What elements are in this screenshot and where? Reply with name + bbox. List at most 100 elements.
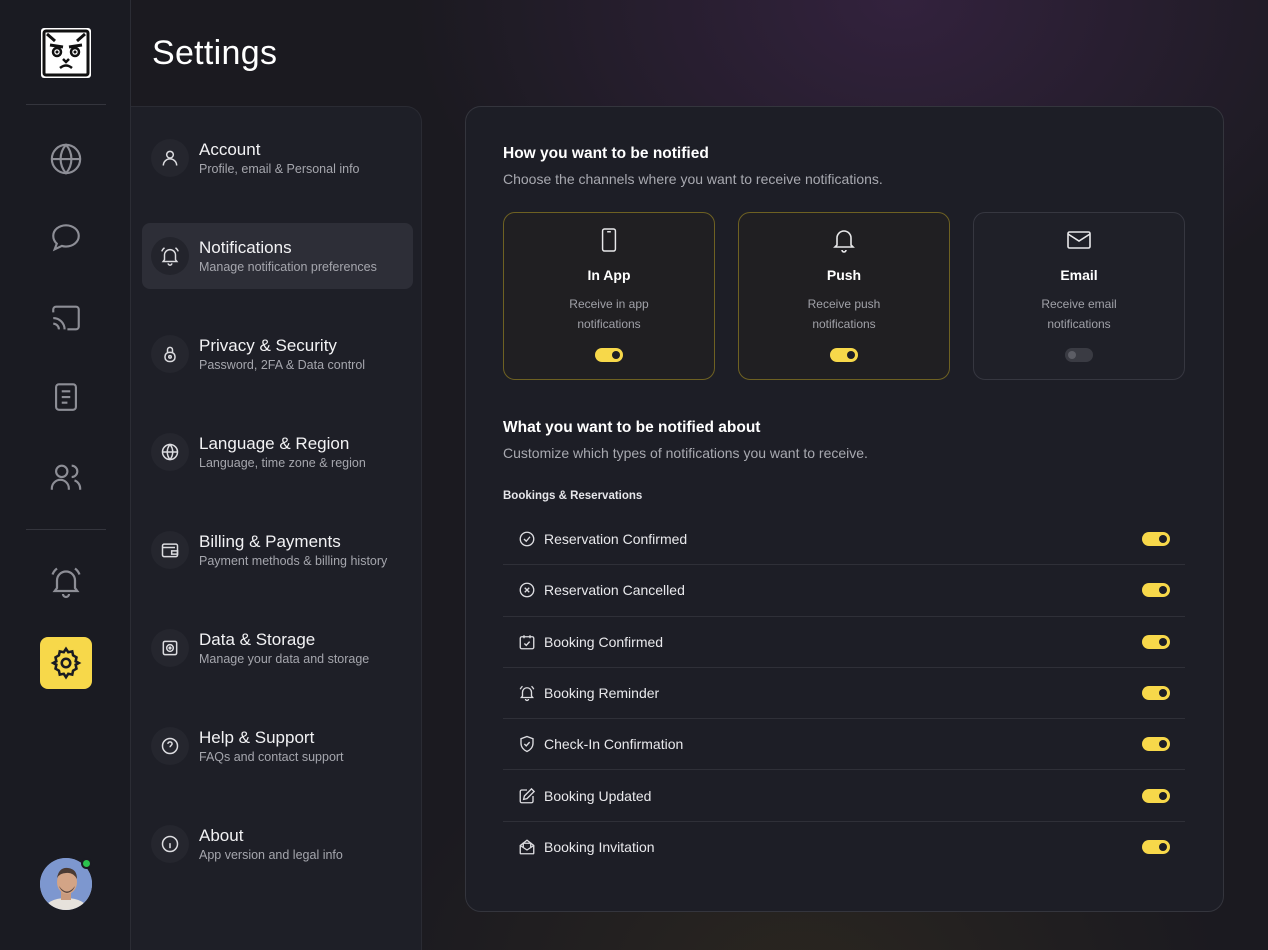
lock-icon — [151, 335, 189, 373]
edit-icon — [518, 787, 536, 805]
menu-item-subtitle: Payment methods & billing history — [199, 554, 388, 568]
topics-title: What you want to be notified about — [503, 419, 761, 436]
rail-users-button[interactable] — [40, 451, 92, 503]
list-item: Booking Updated — [503, 770, 1185, 822]
rail-globe-button[interactable] — [40, 133, 92, 185]
check-in-confirmation-toggle[interactable] — [1142, 737, 1170, 752]
bell-icon — [51, 567, 81, 599]
notification-topic-list: Reservation Confirmed Reservation Cancel… — [503, 514, 1185, 873]
rail-divider — [26, 529, 106, 530]
list-item: Check-In Confirmation — [503, 719, 1185, 771]
menu-item-subtitle: App version and legal info — [199, 848, 343, 862]
booking-invitation-toggle[interactable] — [1142, 840, 1170, 855]
menu-item-subtitle: Profile, email & Personal info — [199, 162, 360, 176]
topics-subtitle: Customize which types of notifications y… — [503, 445, 868, 461]
booking-reminder-toggle[interactable] — [1142, 686, 1170, 701]
channel-card-push[interactable]: Push Receive push notifications — [738, 212, 950, 380]
menu-item-data-storage[interactable]: Data & Storage Manage your data and stor… — [142, 615, 413, 681]
push-toggle[interactable] — [830, 348, 858, 362]
menu-item-label: Billing & Payments — [199, 532, 341, 551]
mail-icon — [1066, 227, 1092, 253]
menu-item-about[interactable]: About App version and legal info — [142, 811, 413, 877]
app-logo[interactable] — [41, 28, 91, 78]
rail-settings-button[interactable] — [40, 637, 92, 689]
channel-description: Receive email notifications — [1041, 297, 1117, 331]
topic-label: Booking Reminder — [544, 685, 660, 702]
menu-item-language-region[interactable]: Language & Region Language, time zone & … — [142, 419, 413, 485]
list-item: Booking Invitation — [503, 822, 1185, 873]
menu-item-subtitle: Password, 2FA & Data control — [199, 358, 366, 372]
bell-icon — [832, 227, 856, 253]
shield-check-icon — [518, 735, 536, 753]
menu-item-label: Account — [199, 140, 261, 159]
page-title: Settings — [152, 34, 278, 72]
rail-notifications-button[interactable] — [40, 556, 92, 608]
globe-icon — [151, 433, 189, 471]
calendar-check-icon — [518, 633, 536, 651]
users-icon — [50, 464, 82, 490]
envelope-open-icon — [518, 838, 536, 856]
channel-name: In App — [587, 267, 631, 283]
chat-icon — [52, 224, 80, 252]
reservation-confirmed-toggle[interactable] — [1142, 532, 1170, 547]
notifications-panel: How you want to be notified Choose the c… — [465, 106, 1224, 912]
x-circle-icon — [518, 581, 536, 599]
document-icon — [55, 383, 77, 411]
wallet-icon — [151, 531, 189, 569]
topic-label: Booking Invitation — [544, 839, 655, 856]
cast-icon — [52, 305, 80, 331]
left-rail — [0, 0, 131, 950]
channel-description: Receive in app notifications — [569, 297, 649, 331]
rail-divider — [26, 104, 106, 105]
menu-item-label: Language & Region — [199, 434, 350, 453]
channel-name: Email — [1060, 267, 1098, 283]
menu-item-label: About — [199, 826, 244, 845]
in-app-toggle[interactable] — [595, 348, 623, 362]
channels-subtitle: Choose the channels where you want to re… — [503, 171, 883, 187]
check-circle-icon — [518, 530, 536, 548]
online-status-dot — [81, 858, 92, 869]
list-item: Reservation Cancelled — [503, 565, 1185, 617]
booking-confirmed-toggle[interactable] — [1142, 634, 1170, 649]
user-icon — [151, 139, 189, 177]
email-toggle[interactable] — [1065, 348, 1093, 362]
help-icon — [151, 727, 189, 765]
menu-item-account[interactable]: Account Profile, email & Personal info — [142, 125, 413, 191]
list-item: Reservation Confirmed — [503, 514, 1185, 566]
rail-cast-button[interactable] — [40, 292, 92, 344]
channel-card-email[interactable]: Email Receive email notifications — [973, 212, 1185, 380]
channel-name: Push — [826, 267, 862, 283]
alarm-bell-icon — [518, 684, 536, 702]
globe-icon — [50, 143, 82, 175]
menu-item-help-support[interactable]: Help & Support FAQs and contact support — [142, 713, 413, 779]
rail-document-button[interactable] — [40, 371, 92, 423]
settings-menu: Account Profile, email & Personal info N… — [131, 106, 422, 950]
menu-item-privacy-security[interactable]: Privacy & Security Password, 2FA & Data … — [142, 321, 413, 387]
topic-label: Reservation Confirmed — [544, 531, 688, 548]
reservation-cancelled-toggle[interactable] — [1142, 583, 1170, 598]
cat-logo-icon — [42, 29, 90, 77]
channels-title: How you want to be notified — [503, 145, 709, 162]
channel-description: Receive push notifications — [807, 297, 881, 331]
menu-item-subtitle: Manage your data and storage — [199, 652, 370, 666]
phone-icon — [598, 227, 620, 253]
storage-icon — [151, 629, 189, 667]
list-item: Booking Confirmed — [503, 617, 1185, 668]
menu-item-label: Data & Storage — [199, 630, 316, 649]
booking-updated-toggle[interactable] — [1142, 788, 1170, 803]
gear-icon — [50, 646, 82, 680]
topic-label: Reservation Cancelled — [544, 582, 685, 599]
menu-item-billing-payments[interactable]: Billing & Payments Payment methods & bil… — [142, 517, 413, 583]
menu-item-label: Notifications — [199, 238, 292, 257]
bell-icon — [151, 237, 189, 275]
channel-card-in-app[interactable]: In App Receive in app notifications — [503, 212, 715, 380]
rail-chat-button[interactable] — [40, 212, 92, 264]
menu-item-label: Help & Support — [199, 728, 315, 747]
menu-item-subtitle: FAQs and contact support — [199, 750, 344, 764]
menu-item-label: Privacy & Security — [199, 336, 337, 355]
info-icon — [151, 825, 189, 863]
menu-item-notifications[interactable]: Notifications Manage notification prefer… — [142, 223, 413, 289]
topic-label: Check-In Confirmation — [544, 736, 684, 753]
menu-item-subtitle: Language, time zone & region — [199, 456, 366, 470]
list-item: Booking Reminder — [503, 668, 1185, 720]
